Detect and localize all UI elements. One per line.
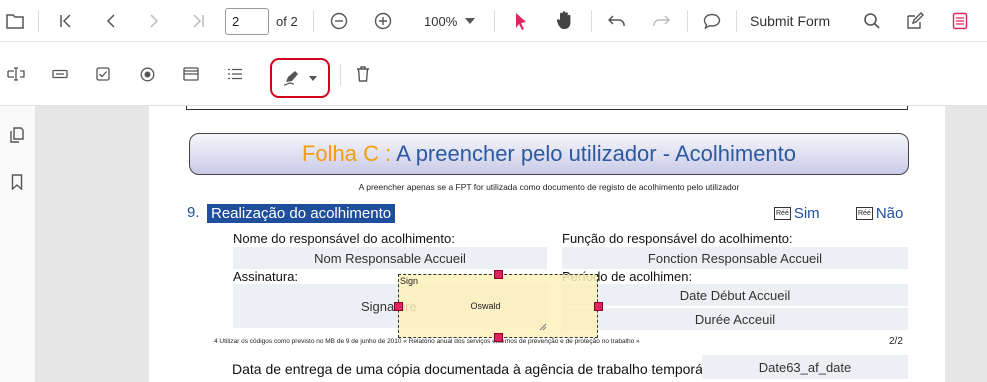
duree-field[interactable]: Durée Acceuil [562, 308, 908, 330]
pdf-page: Folha C : A preencher pelo utilizador - … [149, 106, 945, 382]
banner-prefix: Folha C : [301, 141, 392, 166]
form-designer-icon[interactable] [949, 10, 971, 32]
page-number-label: 2/2 [889, 336, 903, 347]
resize-handle-right[interactable] [594, 302, 603, 311]
redo-icon[interactable] [650, 10, 672, 32]
dropdown-field-icon[interactable] [180, 63, 202, 85]
signature-pen-icon [283, 71, 298, 86]
zoom-in-icon[interactable] [372, 10, 394, 32]
resize-handle-bottom[interactable] [494, 333, 503, 342]
date-debut-field[interactable]: Date Début Accueil [562, 284, 908, 306]
label-responsavel: Nome do responsável do acolhimento: [233, 231, 455, 246]
zoom-dropdown[interactable]: 100% [418, 10, 478, 32]
radio-yes-icon: Réé [774, 207, 791, 220]
sheet-subtitle: A preencher apenas se a FPT for utilizad… [358, 182, 740, 192]
zoom-value: 100% [424, 13, 458, 29]
previous-section-border [186, 106, 908, 110]
radio-no-icon: Réé [856, 207, 873, 220]
page-thumbnails-icon[interactable] [6, 124, 28, 146]
footnote: 4 Utilizar os códigos como previsto no M… [214, 338, 640, 345]
submit-form-button[interactable]: Submit Form [750, 13, 830, 29]
navigation-sidebar [0, 106, 36, 382]
chevron-down-icon [309, 75, 317, 81]
open-file-icon[interactable] [4, 10, 26, 32]
comment-icon[interactable] [701, 10, 723, 32]
previous-page-icon[interactable] [100, 10, 122, 32]
delete-icon[interactable] [352, 63, 374, 85]
sign-annotation-input[interactable]: Oswald [423, 285, 548, 327]
first-page-icon[interactable] [55, 10, 77, 32]
undo-icon[interactable] [606, 10, 628, 32]
page-total: of 2 [276, 14, 298, 29]
form-fields-toolbar [0, 42, 987, 106]
section-title: Realização do acolhimento [207, 204, 396, 223]
section-number: 9. [187, 204, 200, 221]
sign-annotation-value: Oswald [470, 301, 501, 311]
funcao-field[interactable]: Fonction Responsable Accueil [562, 247, 908, 269]
label-data-entrega: Data de entrega de uma cópia documentada… [232, 361, 723, 377]
resize-handle-top[interactable] [494, 270, 503, 279]
option-yes-label: Sim [793, 205, 820, 222]
resize-grip-icon[interactable] [539, 318, 547, 336]
next-page-icon[interactable] [143, 10, 165, 32]
option-yes[interactable]: Réé Sim [774, 205, 820, 222]
label-assinatura: Assinatura: [233, 269, 299, 284]
password-field-icon[interactable] [49, 63, 71, 85]
last-page-icon[interactable] [187, 10, 209, 32]
selection-cursor-icon[interactable] [510, 10, 532, 32]
sign-annotation[interactable]: Sign Oswald [394, 270, 603, 342]
search-icon[interactable] [861, 10, 883, 32]
pan-hand-icon[interactable] [554, 9, 576, 31]
document-viewer[interactable]: Folha C : A preencher pelo utilizador - … [36, 106, 987, 382]
date63-field[interactable]: Date63_af_date [702, 355, 908, 379]
label-funcao: Função do responsável do acolhimento: [562, 231, 793, 246]
bookmark-icon[interactable] [6, 171, 28, 193]
edit-annotation-icon[interactable] [904, 10, 926, 32]
chevron-down-icon [465, 18, 476, 24]
responsavel-field[interactable]: Nom Responsable Accueil [233, 247, 547, 269]
radio-button-field-icon[interactable] [136, 63, 158, 85]
sheet-banner: Folha C : A preencher pelo utilizador - … [189, 133, 909, 175]
textbox-field-icon[interactable] [5, 63, 27, 85]
resize-handle-left[interactable] [394, 302, 403, 311]
page-number-input[interactable] [225, 8, 269, 35]
listbox-field-icon[interactable] [224, 63, 246, 85]
signature-field-dropdown[interactable] [270, 58, 330, 98]
option-no[interactable]: Réé Não [856, 205, 903, 222]
section-title-text: Realização do acolhimento [211, 205, 392, 222]
sign-annotation-label: Sign [400, 276, 419, 286]
banner-title: A preencher pelo utilizador - Acolhiment… [391, 141, 797, 166]
checkbox-field-icon[interactable] [92, 63, 114, 85]
zoom-out-icon[interactable] [328, 10, 350, 32]
option-no-label: Não [875, 205, 904, 222]
main-toolbar: of 2 100% Submit Form [0, 0, 987, 42]
